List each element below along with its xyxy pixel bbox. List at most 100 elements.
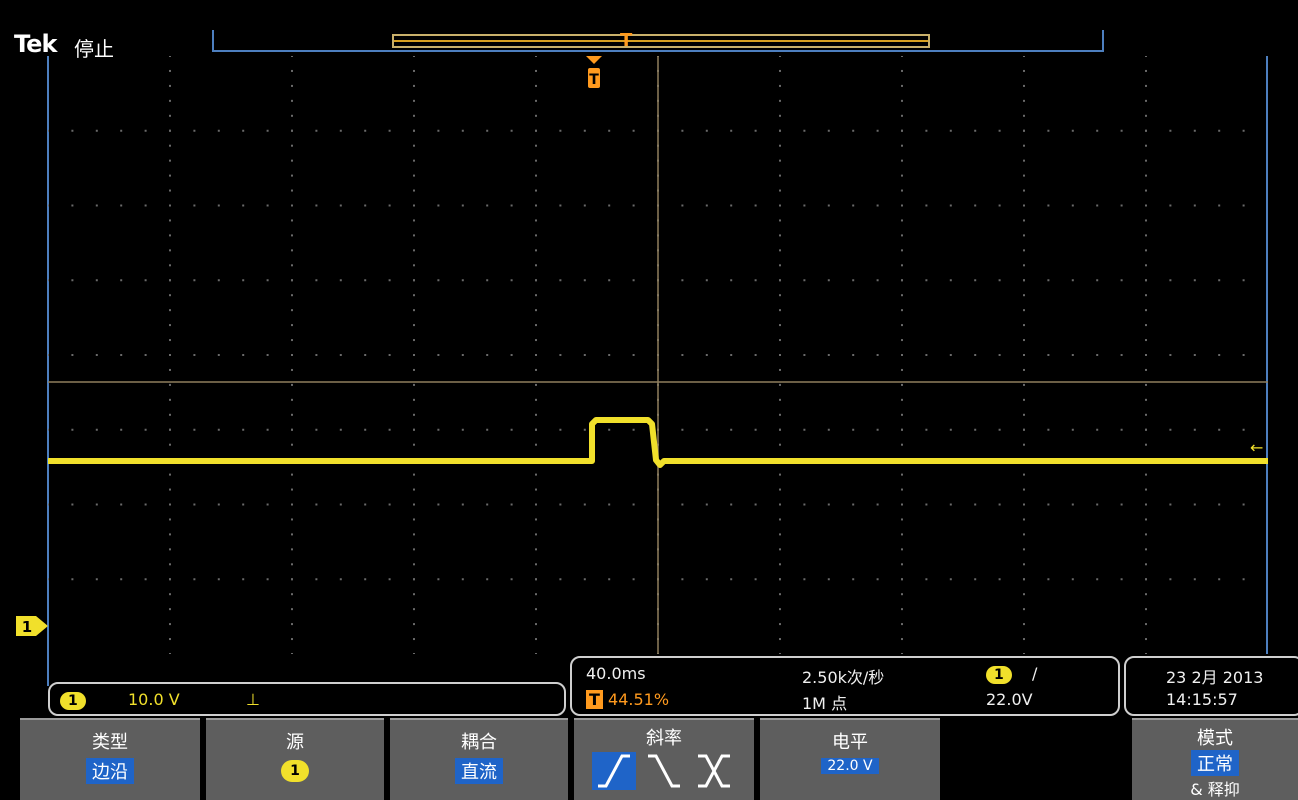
grid-dot (1145, 354, 1147, 356)
grid-dot (901, 578, 903, 581)
menu-mode-button[interactable]: 模式 正常 & 释抑 (1132, 718, 1298, 800)
slope-either-icon[interactable] (692, 752, 736, 790)
grid-dot (1071, 354, 1074, 356)
grid-dot (388, 279, 391, 282)
grid-dot (779, 548, 781, 551)
grid-dot (535, 443, 537, 446)
menu-source-button[interactable]: 源 1 (206, 718, 384, 800)
grid-dot (266, 578, 269, 581)
grid-dot (779, 503, 781, 506)
brand-logo: Tek (14, 30, 57, 58)
ch1-ground-marker[interactable]: 1 (16, 614, 48, 638)
grid-dot (120, 428, 123, 431)
grid-dot (144, 279, 147, 282)
grid-dot (1023, 473, 1025, 476)
menu-level-button[interactable]: 电平 22.0 V (760, 718, 940, 800)
grid-dot (1169, 428, 1172, 431)
grid-dot (901, 593, 903, 596)
ch1-scale: 10.0 V (128, 690, 180, 709)
grid-dot (95, 578, 98, 581)
grid-dot (779, 129, 781, 132)
grid-dot (1047, 503, 1050, 506)
grid-dot (169, 69, 171, 72)
grid-dot (1023, 518, 1025, 521)
grid-dot (949, 428, 952, 431)
grid-dot (413, 548, 415, 551)
grid-dot (535, 279, 537, 282)
grid-dot (1023, 653, 1025, 654)
trigger-position-icon[interactable]: T (584, 56, 604, 90)
grid-dot (901, 114, 903, 117)
grid-dot (535, 563, 537, 566)
slope-rising-icon[interactable] (592, 752, 636, 790)
slope-falling-icon[interactable] (642, 752, 686, 790)
grid-dot (339, 578, 342, 581)
grid-dot (291, 383, 293, 386)
grid-dot (169, 638, 171, 641)
grid-dot (413, 428, 415, 431)
grid-dot (413, 638, 415, 641)
menu-slope-button[interactable]: 斜率 (574, 718, 754, 800)
grid-dot (413, 503, 415, 506)
grid-dot (169, 563, 171, 566)
grid-dot (413, 533, 415, 536)
graticule (48, 56, 1268, 654)
grid-dot (437, 503, 440, 506)
grid-dot (266, 204, 269, 207)
grid-dot (779, 234, 781, 237)
grid-dot (48, 578, 49, 581)
grid-dot (535, 638, 537, 641)
grid-dot (1169, 354, 1172, 356)
grid-dot (169, 533, 171, 536)
grid-dot (535, 518, 537, 521)
grid-dot (1242, 279, 1245, 282)
grid-dot (779, 623, 781, 626)
grid-dot (95, 354, 98, 356)
grid-dot (705, 503, 708, 506)
grid-dot (437, 279, 440, 282)
grid-dot (705, 578, 708, 581)
grid-dot (1023, 623, 1025, 626)
grid-dot (754, 204, 757, 207)
grid-dot (876, 578, 879, 581)
grid-dot (1120, 428, 1123, 431)
grid-dot (949, 503, 952, 506)
menu-coupling-button[interactable]: 耦合 直流 (390, 718, 568, 800)
grid-dot (1023, 324, 1025, 327)
grid-dot (925, 279, 928, 282)
grid-dot (1047, 279, 1050, 282)
grid-dot (1023, 294, 1025, 297)
grid-dot (535, 473, 537, 476)
grid-dot (413, 129, 415, 132)
grid-dot (779, 189, 781, 192)
grid-dot (901, 368, 903, 371)
grid-dot (291, 488, 293, 491)
grid-dot (1023, 398, 1025, 401)
grid-dot (291, 189, 293, 192)
grid-dot (1023, 608, 1025, 611)
grid-dot (779, 443, 781, 446)
ch1-readout[interactable]: 1 10.0 V ⊥ (48, 682, 566, 716)
grid-dot (1169, 279, 1172, 282)
grid-dot (461, 204, 464, 207)
menu-type-button[interactable]: 类型 边沿 (20, 718, 200, 800)
grid-dot (949, 279, 952, 282)
grid-dot (779, 144, 781, 147)
timebase-readout[interactable]: 40.0ms T 44.51% 2.50k次/秒 1M 点 1 / 22.0V (570, 656, 1120, 716)
grid-dot (901, 473, 903, 476)
grid-dot (510, 129, 513, 132)
grid-dot (559, 204, 562, 207)
grid-dot (535, 398, 537, 401)
grid-dot (510, 279, 513, 282)
grid-dot (608, 428, 611, 431)
grid-dot (1047, 204, 1050, 207)
grid-dot (1145, 368, 1147, 371)
grid-dot (779, 608, 781, 611)
grid-dot (803, 428, 806, 431)
grid-dot (1145, 309, 1147, 312)
grid-dot (1145, 114, 1147, 117)
grid-dot (583, 204, 586, 207)
grid-dot (632, 129, 635, 132)
svg-text:1: 1 (22, 618, 32, 636)
grid-dot (364, 129, 367, 132)
